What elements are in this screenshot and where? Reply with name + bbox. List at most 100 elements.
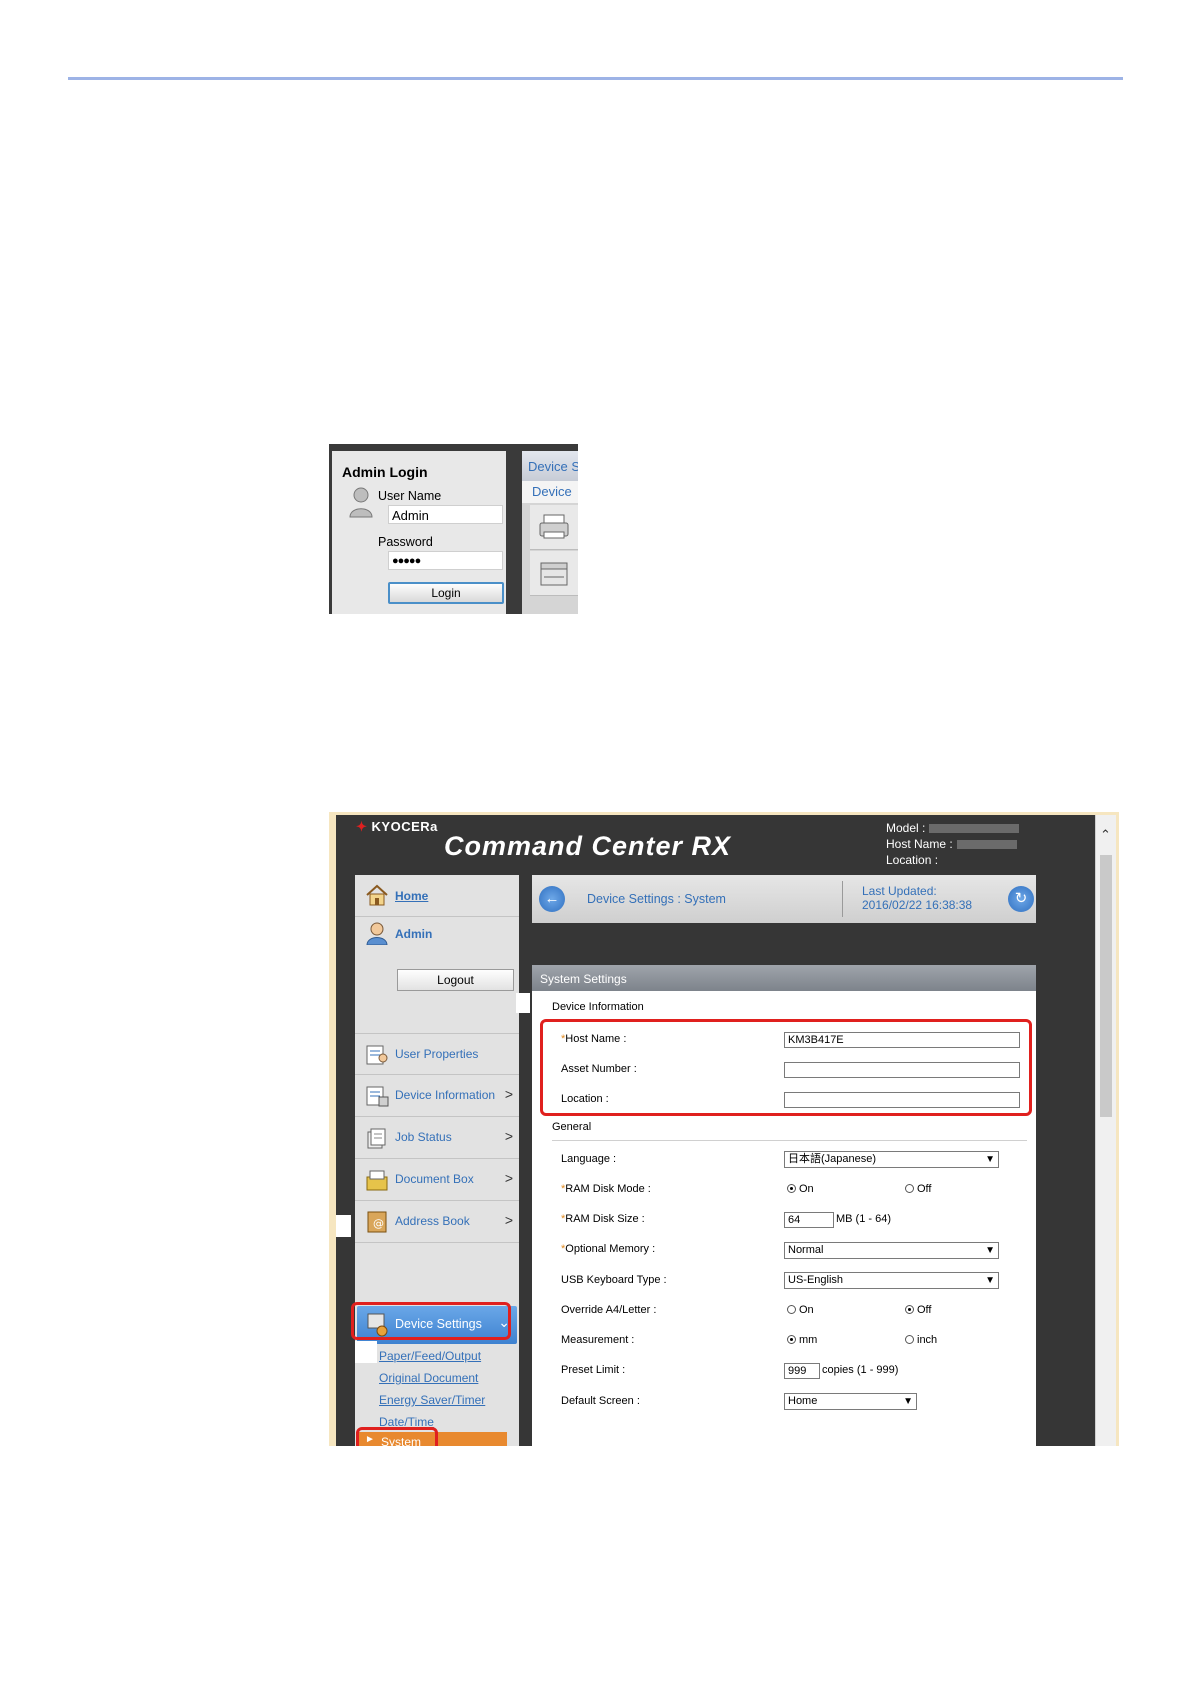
device-information-icon [366, 1086, 389, 1107]
optional-memory-value: Normal [788, 1244, 824, 1256]
radio-selected-icon [787, 1184, 796, 1193]
preset-limit-input[interactable]: 999 [784, 1363, 820, 1379]
default-screen-select[interactable]: Home ▼ [784, 1393, 917, 1410]
hostname-redacted [956, 840, 1017, 850]
device-information-highlight [540, 1019, 1032, 1116]
address-book-icon: @ [367, 1211, 387, 1233]
model-label: Model : [886, 821, 926, 835]
chevron-down-icon: ▼ [903, 1396, 913, 1407]
password-label: Password [378, 535, 433, 549]
usb-keyboard-value: US-English [788, 1274, 844, 1286]
usb-keyboard-select[interactable]: US-English ▼ [784, 1272, 999, 1289]
home-link[interactable]: Home [395, 889, 428, 903]
nav-address-book[interactable]: @ Address Book > [355, 1201, 519, 1243]
scrollbar-thumb[interactable] [1100, 855, 1112, 1117]
left-navigation: Home Admin Logout User Properties Device… [351, 875, 519, 1446]
sub-link-paper-feed-output[interactable]: Paper/Feed/Output [379, 1349, 481, 1363]
breadcrumb-bar: ← Device Settings : System Last Updated:… [532, 875, 1036, 923]
svg-text:@: @ [373, 1217, 384, 1230]
app-title: Command Center RX [444, 831, 732, 861]
ram-disk-mode-on-radio[interactable]: On [787, 1183, 814, 1195]
ram-disk-mode-off-radio[interactable]: Off [905, 1183, 931, 1195]
hostname-field: Host Name : [886, 837, 1017, 851]
breadcrumb-divider [842, 881, 843, 917]
radio-empty-icon [787, 1305, 796, 1314]
preset-limit-unit: copies (1 - 999) [822, 1364, 899, 1376]
chevron-right-icon: > [504, 1212, 513, 1228]
ram-disk-mode-on-label: On [799, 1183, 814, 1195]
password-input[interactable]: ●●●●● [388, 551, 503, 570]
logout-button[interactable]: Logout [397, 969, 514, 991]
device-information-link[interactable]: Device Information [395, 1088, 495, 1102]
scanner-icon-tile[interactable] [530, 551, 578, 596]
breadcrumb: Device Settings : System [587, 892, 726, 906]
ram-disk-mode-off-label: Off [917, 1183, 932, 1195]
device-settings-tab[interactable]: Device S [522, 451, 578, 481]
chevron-down-icon: ▼ [985, 1275, 995, 1286]
username-label: User Name [378, 489, 442, 503]
optional-memory-select[interactable]: Normal ▼ [784, 1242, 999, 1259]
scanner-icon [540, 562, 568, 586]
radio-selected-icon [787, 1335, 796, 1344]
language-value: 日本語(Japanese) [788, 1153, 877, 1165]
ram-disk-size-input[interactable]: 64 [784, 1212, 834, 1228]
override-a4-letter-label: Override A4/Letter : [561, 1304, 657, 1316]
optional-memory-label: Optional Memory : [565, 1243, 656, 1255]
radio-empty-icon [905, 1184, 914, 1193]
default-screen-label: Default Screen : [561, 1395, 640, 1407]
section-divider [552, 1140, 1027, 1141]
device-subtab[interactable]: Device [522, 481, 578, 503]
sub-link-original-document[interactable]: Original Document [379, 1371, 478, 1385]
ram-disk-size-label: RAM Disk Size : [565, 1213, 645, 1225]
override-off-radio[interactable]: Off [905, 1304, 931, 1316]
command-center-window: ✦ KYOCERa Command Center RX Model : Host… [336, 815, 1095, 1446]
back-arrow-icon[interactable]: ← [539, 886, 565, 912]
default-screen-value: Home [788, 1395, 818, 1407]
measurement-label: Measurement : [561, 1334, 635, 1346]
sub-link-energy-saver-timer[interactable]: Energy Saver/Timer [379, 1393, 485, 1407]
document-box-link[interactable]: Document Box [395, 1172, 474, 1186]
address-book-link[interactable]: Address Book [395, 1214, 470, 1228]
kyocera-logo-text: KYOCERa [371, 819, 438, 834]
device-information-section: Device Information [552, 1001, 644, 1013]
language-select[interactable]: 日本語(Japanese) ▼ [784, 1151, 999, 1168]
last-updated-label: Last Updated: [862, 884, 937, 898]
location-label: Location : [886, 853, 939, 867]
job-status-link[interactable]: Job Status [395, 1130, 452, 1144]
scroll-up-icon[interactable]: ⌃ [1100, 827, 1111, 843]
job-status-icon [367, 1128, 386, 1149]
nav-device-information[interactable]: Device Information > [355, 1075, 519, 1117]
user-icon [349, 487, 373, 518]
refresh-icon[interactable]: ↻ [1008, 886, 1034, 912]
username-input[interactable]: Admin [388, 505, 503, 524]
radio-selected-icon [905, 1305, 914, 1314]
measurement-inch-radio[interactable]: inch [905, 1334, 937, 1346]
chevron-right-icon: > [504, 1170, 513, 1186]
admin-login-screenshot: Admin Login User Name Admin Password ●●●… [329, 444, 578, 614]
printer-icon [539, 514, 569, 539]
callout-marker [516, 993, 530, 1013]
vertical-scrollbar[interactable]: ⌃ [1095, 815, 1116, 1446]
nav-home[interactable]: Home [355, 875, 519, 917]
kyocera-mark-icon: ✦ [356, 819, 368, 834]
chevron-down-icon: ▼ [985, 1154, 995, 1165]
ram-disk-mode-row-label: *RAM Disk Mode : [561, 1183, 651, 1195]
nav-job-status[interactable]: Job Status > [355, 1117, 519, 1159]
measurement-mm-radio[interactable]: mm [787, 1334, 817, 1346]
system-highlight [356, 1427, 438, 1446]
login-button[interactable]: Login [388, 582, 504, 604]
document-box-icon [366, 1170, 388, 1191]
override-on-radio[interactable]: On [787, 1304, 814, 1316]
command-center-screenshot: ✦ KYOCERa Command Center RX Model : Host… [329, 812, 1119, 1446]
ram-disk-mode-label: RAM Disk Mode : [565, 1183, 651, 1195]
user-properties-link[interactable]: User Properties [395, 1047, 478, 1061]
measurement-inch-label: inch [917, 1334, 938, 1346]
nav-document-box[interactable]: Document Box > [355, 1159, 519, 1201]
printer-icon-tile[interactable] [530, 505, 578, 550]
last-updated: Last Updated: 2016/02/22 16:38:38 [862, 884, 972, 912]
nav-user-properties[interactable]: User Properties [355, 1033, 519, 1075]
language-label: Language : [561, 1153, 617, 1165]
ram-disk-size-unit: MB (1 - 64) [836, 1213, 892, 1225]
chevron-right-icon: > [504, 1086, 513, 1102]
home-icon [366, 884, 388, 906]
